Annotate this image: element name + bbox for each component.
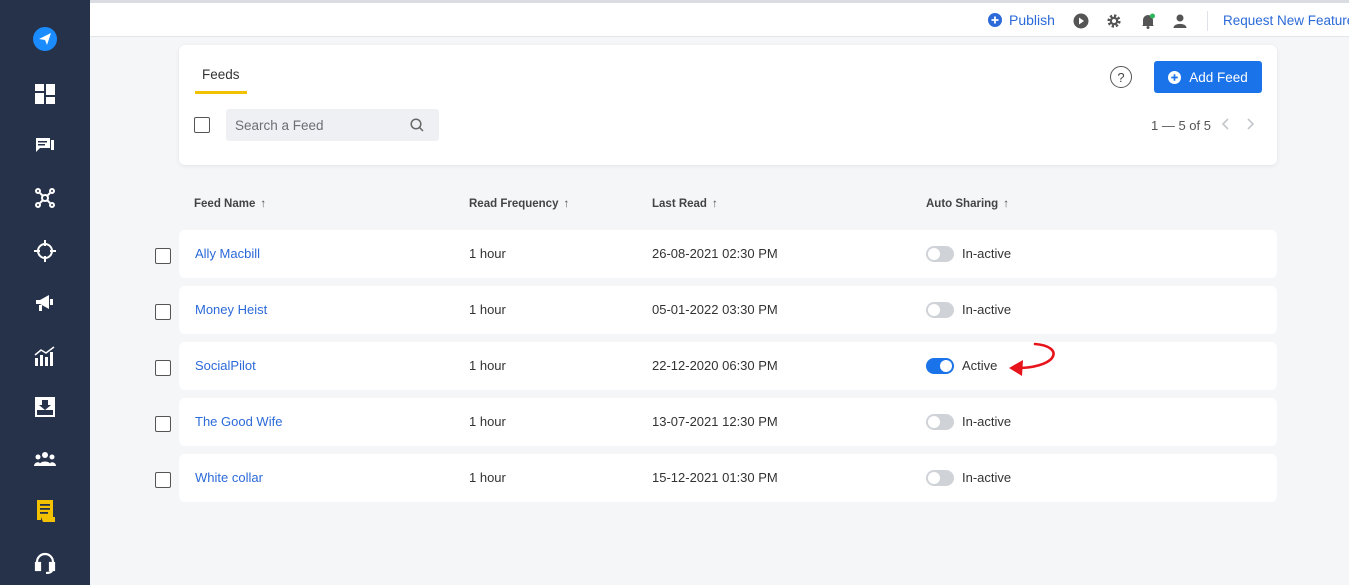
toggle-knob: [928, 304, 940, 316]
user-profile-icon[interactable]: [1171, 12, 1189, 30]
last-read: 22-12-2020 06:30 PM: [652, 358, 778, 373]
chevron-right-icon[interactable]: [1243, 116, 1257, 132]
divider: [1207, 11, 1208, 31]
sort-arrow-icon: ↑: [563, 198, 570, 210]
send-icon[interactable]: [27, 21, 63, 57]
chevron-left-icon[interactable]: [1219, 116, 1233, 132]
table-row: White collar 1 hour 15-12-2021 01:30 PM …: [179, 454, 1277, 502]
team-icon[interactable]: [27, 441, 63, 477]
column-header-read-frequency[interactable]: Read Frequency ↑: [469, 198, 569, 210]
sidebar: [0, 0, 90, 585]
plus-circle-icon: [1168, 70, 1182, 84]
feeds-icon[interactable]: [27, 493, 63, 529]
read-frequency: 1 hour: [469, 302, 506, 317]
connections-icon[interactable]: [27, 180, 63, 216]
plus-circle-icon: [988, 13, 1002, 27]
select-all-checkbox[interactable]: [194, 117, 210, 133]
feed-name-link[interactable]: Money Heist: [195, 302, 267, 317]
play-icon[interactable]: [1072, 12, 1090, 30]
last-read: 05-01-2022 03:30 PM: [652, 302, 778, 317]
help-icon[interactable]: ?: [1110, 66, 1132, 88]
feed-name-link[interactable]: The Good Wife: [195, 414, 282, 429]
target-icon[interactable]: [27, 233, 63, 269]
toggle-knob: [928, 248, 940, 260]
table-row: SocialPilot 1 hour 22-12-2020 06:30 PM A…: [179, 342, 1277, 390]
table-row: Ally Macbill 1 hour 26-08-2021 02:30 PM …: [179, 230, 1277, 278]
sort-arrow-icon: ↑: [1003, 198, 1009, 210]
search-box: [226, 109, 439, 141]
add-feed-button[interactable]: Add Feed: [1154, 61, 1262, 93]
row-checkbox[interactable]: [155, 304, 171, 320]
auto-sharing-toggle[interactable]: [926, 470, 954, 486]
download-icon[interactable]: [27, 389, 63, 425]
tab-feeds[interactable]: Feeds: [195, 67, 247, 94]
column-header-feed-name[interactable]: Feed Name ↑: [194, 198, 266, 210]
dashboard-icon[interactable]: [27, 76, 63, 112]
auto-sharing-status: In-active: [962, 246, 1012, 261]
feed-name-link[interactable]: Ally Macbill: [195, 246, 260, 261]
feed-name-link[interactable]: SocialPilot: [195, 358, 256, 373]
auto-sharing-toggle[interactable]: [926, 358, 954, 374]
add-feed-label: Add Feed: [1189, 69, 1248, 85]
top-bar: Publish Request New Feature: [90, 0, 1349, 37]
row-checkbox[interactable]: [155, 472, 171, 488]
notification-bell-icon[interactable]: [1139, 12, 1157, 30]
last-read: 15-12-2021 01:30 PM: [652, 470, 778, 485]
toggle-knob: [928, 472, 940, 484]
auto-sharing-status: In-active: [962, 414, 1012, 429]
auto-sharing-status: Active: [962, 358, 998, 373]
auto-sharing-toggle[interactable]: [926, 302, 954, 318]
row-checkbox[interactable]: [155, 360, 171, 376]
read-frequency: 1 hour: [469, 470, 506, 485]
search-input[interactable]: [226, 109, 406, 141]
megaphone-icon[interactable]: [27, 285, 63, 321]
column-header-auto-sharing[interactable]: Auto Sharing ↑: [926, 198, 1009, 210]
sort-arrow-icon: ↑: [260, 198, 267, 210]
analytics-icon[interactable]: [27, 338, 63, 374]
read-frequency: 1 hour: [469, 414, 506, 429]
row-checkbox[interactable]: [155, 416, 171, 432]
last-read: 13-07-2021 12:30 PM: [652, 414, 778, 429]
row-checkbox[interactable]: [155, 248, 171, 264]
last-read: 26-08-2021 02:30 PM: [652, 246, 778, 261]
settings-gear-icon[interactable]: [1105, 12, 1123, 30]
annotation-arrow-icon: [1009, 342, 1055, 376]
pagination-count: 1 — 5 of 5: [1151, 118, 1211, 133]
sort-arrow-icon: ↑: [711, 198, 718, 210]
feed-name-link[interactable]: White collar: [195, 470, 263, 485]
publish-button[interactable]: Publish: [988, 12, 1055, 28]
search-icon[interactable]: [410, 118, 424, 132]
toggle-knob: [940, 360, 952, 372]
publish-label: Publish: [1009, 12, 1055, 28]
auto-sharing-status: In-active: [962, 302, 1012, 317]
auto-sharing-toggle[interactable]: [926, 414, 954, 430]
read-frequency: 1 hour: [469, 358, 506, 373]
support-icon[interactable]: [27, 545, 63, 581]
toggle-knob: [928, 416, 940, 428]
request-feature-link[interactable]: Request New Feature: [1223, 13, 1349, 28]
auto-sharing-status: In-active: [962, 470, 1012, 485]
feeds-header-card: Feeds ? Add Feed 1 — 5 of 5: [179, 45, 1277, 165]
messages-icon[interactable]: [27, 128, 63, 164]
auto-sharing-toggle[interactable]: [926, 246, 954, 262]
table-row: The Good Wife 1 hour 13-07-2021 12:30 PM…: [179, 398, 1277, 446]
table-row: Money Heist 1 hour 05-01-2022 03:30 PM I…: [179, 286, 1277, 334]
read-frequency: 1 hour: [469, 246, 506, 261]
column-header-last-read[interactable]: Last Read ↑: [652, 198, 718, 210]
